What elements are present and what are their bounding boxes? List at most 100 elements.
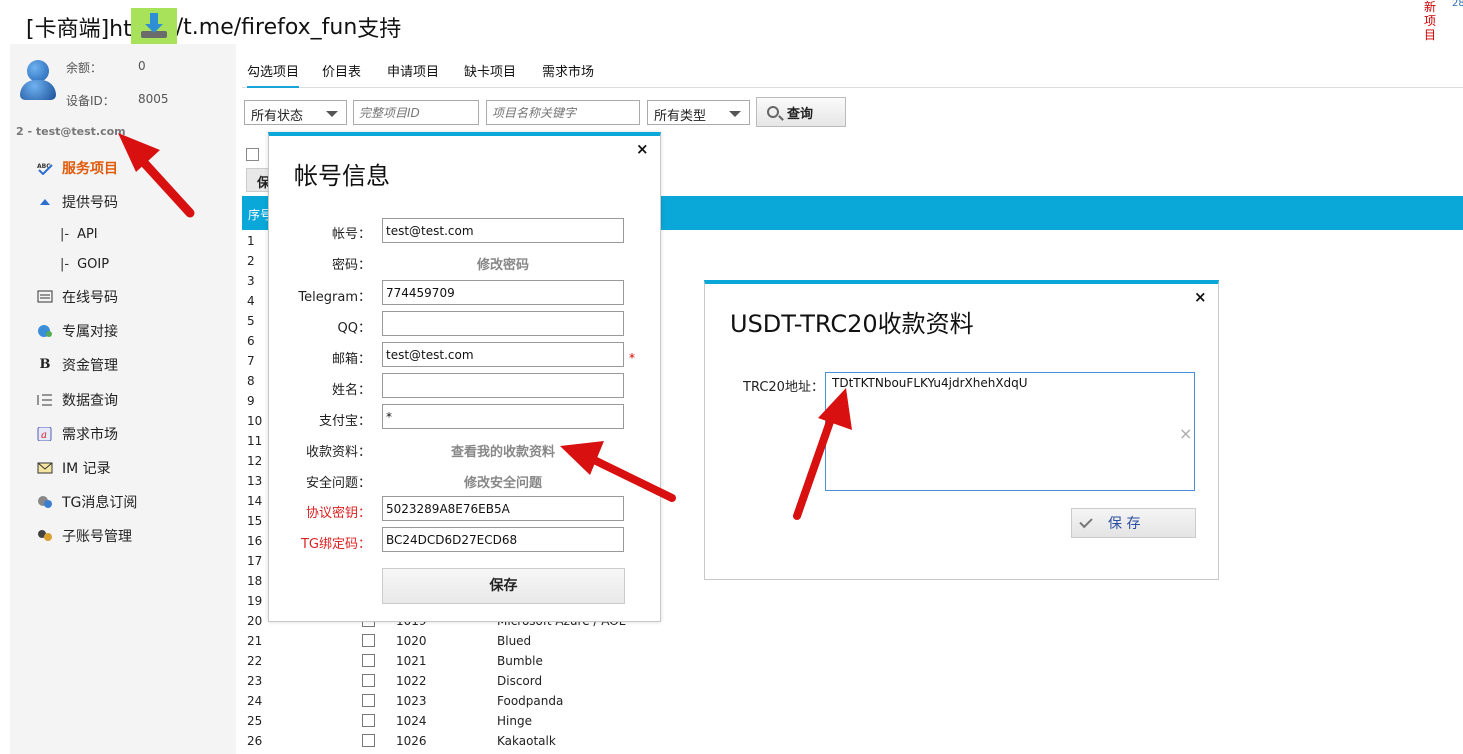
trc20-address-value: TDtTKTNbouFLKYu4jdrXhehXdqU (832, 376, 1028, 390)
numbered-list-icon (37, 393, 53, 407)
search-icon (767, 106, 779, 118)
row-checkbox[interactable] (362, 654, 375, 667)
table-row[interactable]: 25 1024 Hinge (242, 711, 1463, 731)
svg-text:a: a (41, 430, 47, 441)
close-icon[interactable]: × (636, 140, 649, 158)
table-row[interactable]: 21 1020 Blued (242, 631, 1463, 651)
tab-demand-market[interactable]: 需求市场 (542, 61, 594, 80)
query-button[interactable]: 查询 (756, 97, 846, 127)
tab-apply-project[interactable]: 申请项目 (387, 61, 439, 80)
telegram-field[interactable] (382, 280, 624, 305)
row-project-name: Bumble (497, 654, 543, 668)
tab-checked-projects[interactable]: 勾选项目 (247, 61, 300, 88)
row-index: 3 (247, 274, 255, 288)
bold-b-icon: B (39, 357, 51, 372)
row-index: 7 (247, 354, 255, 368)
tab-price-list[interactable]: 价目表 (322, 61, 361, 80)
sidebar-item-goip[interactable]: |- GOIP (10, 251, 236, 277)
sidebar-item-api[interactable]: |- API (10, 221, 236, 247)
view-payment-info-link[interactable]: 查看我的收款资料 (382, 441, 624, 460)
query-button-label: 查询 (787, 106, 814, 122)
sidebar-item-label: GOIP (77, 256, 110, 272)
sidebar-item-data-query[interactable]: 数据查询 (10, 387, 236, 413)
email-field[interactable] (382, 342, 624, 367)
row-index: 24 (247, 694, 263, 708)
payment-info-label: 收款资料： (305, 445, 371, 460)
download-icon[interactable] (130, 8, 177, 46)
table-row[interactable]: 24 1023 Foodpanda (242, 691, 1463, 711)
tab-missing-cards[interactable]: 缺卡项目 (464, 61, 516, 80)
table-row[interactable]: 22 1021 Bumble (242, 651, 1463, 671)
save-button[interactable]: 保 存 (1071, 508, 1196, 538)
row-index: 10 (247, 414, 263, 428)
protocol-key-field[interactable] (382, 496, 624, 521)
sidebar-item-provide-numbers[interactable]: 提供号码 (10, 189, 236, 215)
row-index: 21 (247, 634, 263, 648)
row-project-id: 1024 (396, 714, 427, 728)
row-index: 5 (247, 314, 255, 328)
row-index: 11 (247, 434, 263, 448)
type-select[interactable]: 所有类型 (647, 100, 750, 125)
table-row[interactable]: 26 1026 Kakaotalk (242, 731, 1463, 751)
row-project-name: Foodpanda (497, 694, 564, 708)
sidebar-item-sub-accounts[interactable]: 子账号管理 (10, 523, 236, 549)
balance-label: 余额： (66, 61, 103, 75)
name-label: 姓名： (331, 383, 371, 398)
sidebar-item-services[interactable]: ABC 服务项目 (10, 155, 236, 181)
row-index: 4 (247, 294, 255, 308)
sidebar-item-dedicated[interactable]: 专属对接 (10, 318, 236, 344)
row-project-id: 1026 (396, 734, 427, 748)
save-button[interactable]: 保存 (382, 568, 625, 604)
row-index: 15 (247, 514, 263, 528)
account-field[interactable] (382, 218, 624, 243)
row-checkbox[interactable] (362, 694, 375, 707)
title-link[interactable]: /t.me/firefox_fun (176, 15, 358, 40)
row-index: 16 (247, 534, 263, 548)
project-id-input[interactable] (353, 100, 479, 125)
dialog-title: USDT-TRC20收款资料 (730, 310, 974, 338)
required-mark: * (629, 351, 635, 365)
row-index: 26 (247, 734, 263, 748)
clear-icon[interactable]: × (1179, 424, 1192, 443)
row-checkbox[interactable] (362, 634, 375, 647)
row-checkbox[interactable] (362, 714, 375, 727)
row-index: 23 (247, 674, 263, 688)
status-select-value: 所有状态 (251, 109, 304, 124)
row-index: 1 (247, 234, 255, 248)
change-security-question-link[interactable]: 修改安全问题 (382, 472, 624, 491)
sidebar-item-demand-market[interactable]: a 需求市场 (10, 421, 236, 447)
tg-bind-code-field[interactable] (382, 527, 624, 552)
row-index: 13 (247, 474, 263, 488)
row-checkbox[interactable] (362, 734, 375, 747)
change-password-link[interactable]: 修改密码 (382, 254, 624, 273)
row-index: 6 (247, 334, 255, 348)
status-select[interactable]: 所有状态 (244, 100, 347, 125)
select-all-checkbox[interactable] (246, 148, 259, 161)
row-index: 12 (247, 454, 263, 468)
account-label: 帐号： (331, 227, 371, 242)
alipay-field[interactable] (382, 404, 624, 429)
row-project-name: Hinge (497, 714, 532, 728)
close-icon[interactable]: × (1194, 288, 1207, 306)
row-index: 2 (247, 254, 255, 268)
keyword-input[interactable] (486, 100, 640, 125)
table-row[interactable]: 23 1022 Discord (242, 671, 1463, 691)
row-checkbox[interactable] (362, 674, 375, 687)
row-project-name: Blued (497, 634, 532, 648)
abc-check-icon: ABC (37, 161, 53, 176)
qq-field[interactable] (382, 311, 624, 336)
sidebar-item-tg-subscription[interactable]: TG消息订阅 (10, 489, 236, 515)
sidebar-item-online-numbers[interactable]: 在线号码 (10, 284, 236, 310)
row-index: 19 (247, 594, 263, 608)
globe-people-icon (37, 324, 53, 338)
title-suffix: 支持 (357, 17, 402, 42)
trc20-address-field[interactable]: TDtTKTNbouFLKYu4jdrXhehXdqU (825, 372, 1195, 491)
name-field[interactable] (382, 373, 624, 398)
users-icon (37, 529, 53, 543)
tree-prefix: |- (60, 256, 70, 272)
sidebar-item-im-records[interactable]: IM 记录 (10, 455, 236, 481)
row-project-name: Discord (497, 674, 543, 688)
corner-notice: 新项目 (1424, 0, 1437, 42)
row-index: 18 (247, 574, 263, 588)
sidebar-item-funds[interactable]: B 资金管理 (10, 352, 236, 378)
